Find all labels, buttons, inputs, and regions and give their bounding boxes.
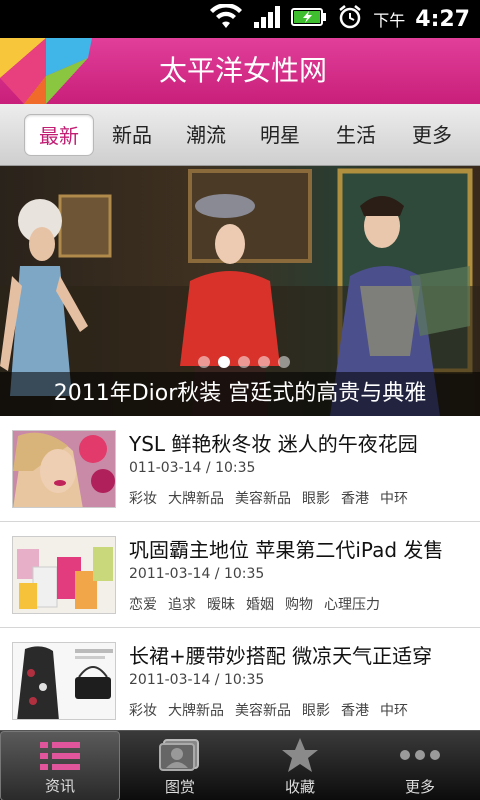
article-tag[interactable]: 中环 (380, 488, 408, 508)
status-bar: 下午 4:27 (0, 0, 480, 38)
article-tag[interactable]: 大牌新品 (168, 488, 224, 508)
nav-news[interactable]: 资讯 (0, 731, 120, 800)
article-tag[interactable]: 香港 (341, 700, 369, 720)
article-thumbnail (12, 536, 116, 614)
category-tabs: 最新 新品 潮流 明星 生活 更多 (0, 104, 480, 166)
status-time: 4:27 (415, 6, 470, 32)
gallery-icon (120, 737, 240, 773)
article-tag[interactable]: 购物 (285, 594, 313, 614)
article-tag[interactable]: 美容新品 (235, 488, 291, 508)
tab-celebrities[interactable]: 明星 (252, 114, 308, 156)
article-title: YSL 鲜艳秋冬妆 迷人的午夜花园 (129, 432, 418, 456)
signal-icon (253, 5, 281, 33)
article-tag[interactable]: 追求 (168, 594, 196, 614)
more-dots-icon (360, 737, 480, 773)
article-tag[interactable]: 香港 (341, 488, 369, 508)
article-tag[interactable]: 彩妆 (129, 488, 157, 508)
page-dot[interactable] (198, 356, 210, 368)
article-item[interactable]: YSL 鲜艳秋冬妆 迷人的午夜花园 011-03-14 / 10:35 彩妆 大… (0, 416, 480, 522)
app-header: 太平洋女性网 (0, 38, 480, 104)
app-title: 太平洋女性网 (158, 54, 327, 87)
article-date: 2011-03-14 / 10:35 (129, 672, 265, 688)
tab-latest[interactable]: 最新 (24, 114, 94, 156)
nav-label: 资讯 (44, 777, 75, 795)
article-date: 011-03-14 / 10:35 (129, 460, 256, 476)
nav-favorites[interactable]: 收藏 (240, 731, 360, 800)
article-title: 长裙+腰带妙搭配 微凉天气正适穿 (129, 644, 433, 668)
article-tags: 彩妆 大牌新品 美容新品 眼影 香港 中环 (129, 700, 408, 720)
article-tags: 彩妆 大牌新品 美容新品 眼影 香港 中环 (129, 488, 408, 508)
article-tag[interactable]: 彩妆 (129, 700, 157, 720)
article-tag[interactable]: 中环 (380, 700, 408, 720)
article-date: 2011-03-14 / 10:35 (129, 566, 265, 582)
page-dot[interactable] (278, 356, 290, 368)
battery-charging-icon (291, 6, 327, 32)
page-dot-active[interactable] (218, 356, 230, 368)
nav-more[interactable]: 更多 (360, 731, 480, 800)
tab-more[interactable]: 更多 (404, 114, 460, 156)
nav-gallery[interactable]: 图赏 (120, 731, 240, 800)
article-tags: 恋爱 追求 暧昧 婚姻 购物 心理压力 (129, 594, 380, 614)
bottom-navigation: 资讯 图赏 收藏 更多 (0, 730, 480, 800)
nav-label: 图赏 (164, 778, 195, 796)
page-dot[interactable] (258, 356, 270, 368)
star-icon (240, 737, 360, 773)
article-list: YSL 鲜艳秋冬妆 迷人的午夜花园 011-03-14 / 10:35 彩妆 大… (0, 416, 480, 734)
banner-page-indicator (198, 356, 290, 368)
article-tag[interactable]: 美容新品 (235, 700, 291, 720)
nav-label: 收藏 (284, 778, 315, 796)
article-tag[interactable]: 恋爱 (129, 594, 157, 614)
status-ampm: 下午 (373, 11, 406, 30)
article-thumbnail (12, 642, 116, 720)
article-tag[interactable]: 眼影 (302, 700, 330, 720)
wifi-icon (209, 3, 243, 34)
page-dot[interactable] (238, 356, 250, 368)
article-item[interactable]: 巩固霸主地位 苹果第二代iPad 发售 2011-03-14 / 10:35 恋… (0, 522, 480, 628)
article-tag[interactable]: 大牌新品 (168, 700, 224, 720)
article-tag[interactable]: 心理压力 (324, 594, 380, 614)
article-item[interactable]: 长裙+腰带妙搭配 微凉天气正适穿 2011-03-14 / 10:35 彩妆 大… (0, 628, 480, 734)
banner-caption: 2011年Dior秋装 宫廷式的高贵与典雅 (53, 381, 427, 406)
list-icon (1, 738, 119, 774)
alarm-clock-icon (337, 4, 363, 34)
tab-trends[interactable]: 潮流 (178, 114, 234, 156)
article-tag[interactable]: 婚姻 (246, 594, 274, 614)
article-thumbnail (12, 430, 116, 508)
tab-life[interactable]: 生活 (328, 114, 384, 156)
article-title: 巩固霸主地位 苹果第二代iPad 发售 (129, 538, 444, 562)
article-tag[interactable]: 暧昧 (207, 594, 235, 614)
nav-label: 更多 (404, 778, 435, 796)
tab-new-products[interactable]: 新品 (104, 114, 160, 156)
article-tag[interactable]: 眼影 (302, 488, 330, 508)
featured-banner[interactable]: 2011年Dior秋装 宫廷式的高贵与典雅 (0, 166, 480, 416)
